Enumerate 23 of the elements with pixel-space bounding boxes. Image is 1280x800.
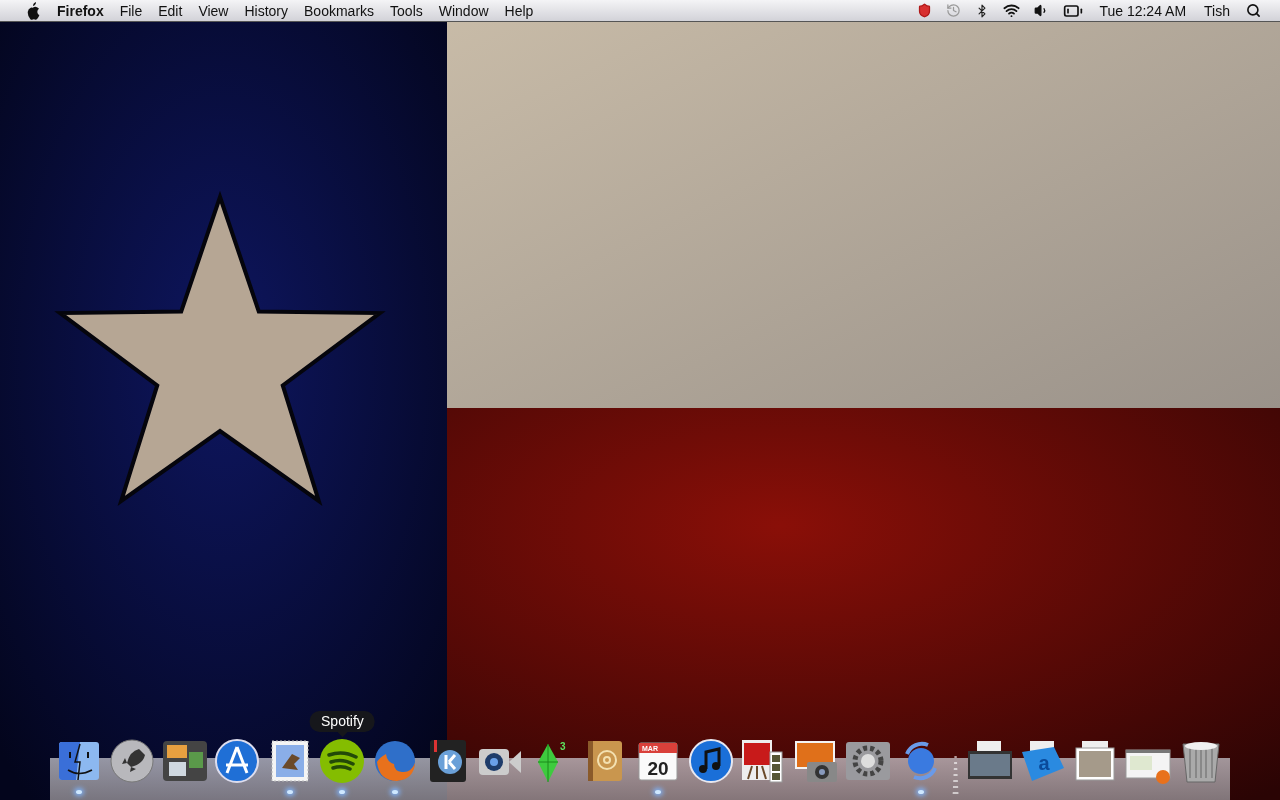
wifi-icon[interactable]	[1003, 2, 1021, 19]
shield-icon[interactable]	[917, 3, 933, 18]
menu-clock[interactable]: Tue 12:24 AM	[1090, 2, 1196, 19]
app-menu[interactable]: Firefox	[49, 0, 112, 22]
apple-logo-icon[interactable]	[25, 1, 41, 20]
icon-label: 3	[559, 741, 566, 752]
menu-item[interactable]: Bookmarks	[296, 0, 383, 22]
a-shape-icon[interactable]	[214, 738, 261, 784]
menu-item[interactable]: Edit	[150, 0, 191, 22]
windows-grid-icon[interactable]	[161, 738, 208, 784]
search-icon[interactable]	[1246, 3, 1261, 18]
icon-label: a	[1038, 752, 1050, 774]
menu-item[interactable]: Tools	[382, 0, 431, 22]
sound-waves-icon[interactable]	[319, 738, 366, 784]
icon-label: 20	[647, 758, 669, 779]
menu-item[interactable]: View	[190, 0, 237, 22]
photo-camera-icon[interactable]	[792, 738, 839, 784]
menu-item[interactable]: History	[236, 0, 297, 22]
user-name[interactable]: Tish	[1195, 2, 1239, 19]
menu-item[interactable]: Help	[496, 0, 542, 22]
music-note-icon[interactable]	[687, 738, 734, 784]
menu-item[interactable]: File	[111, 0, 151, 22]
menu-item[interactable]: Window	[430, 0, 497, 22]
